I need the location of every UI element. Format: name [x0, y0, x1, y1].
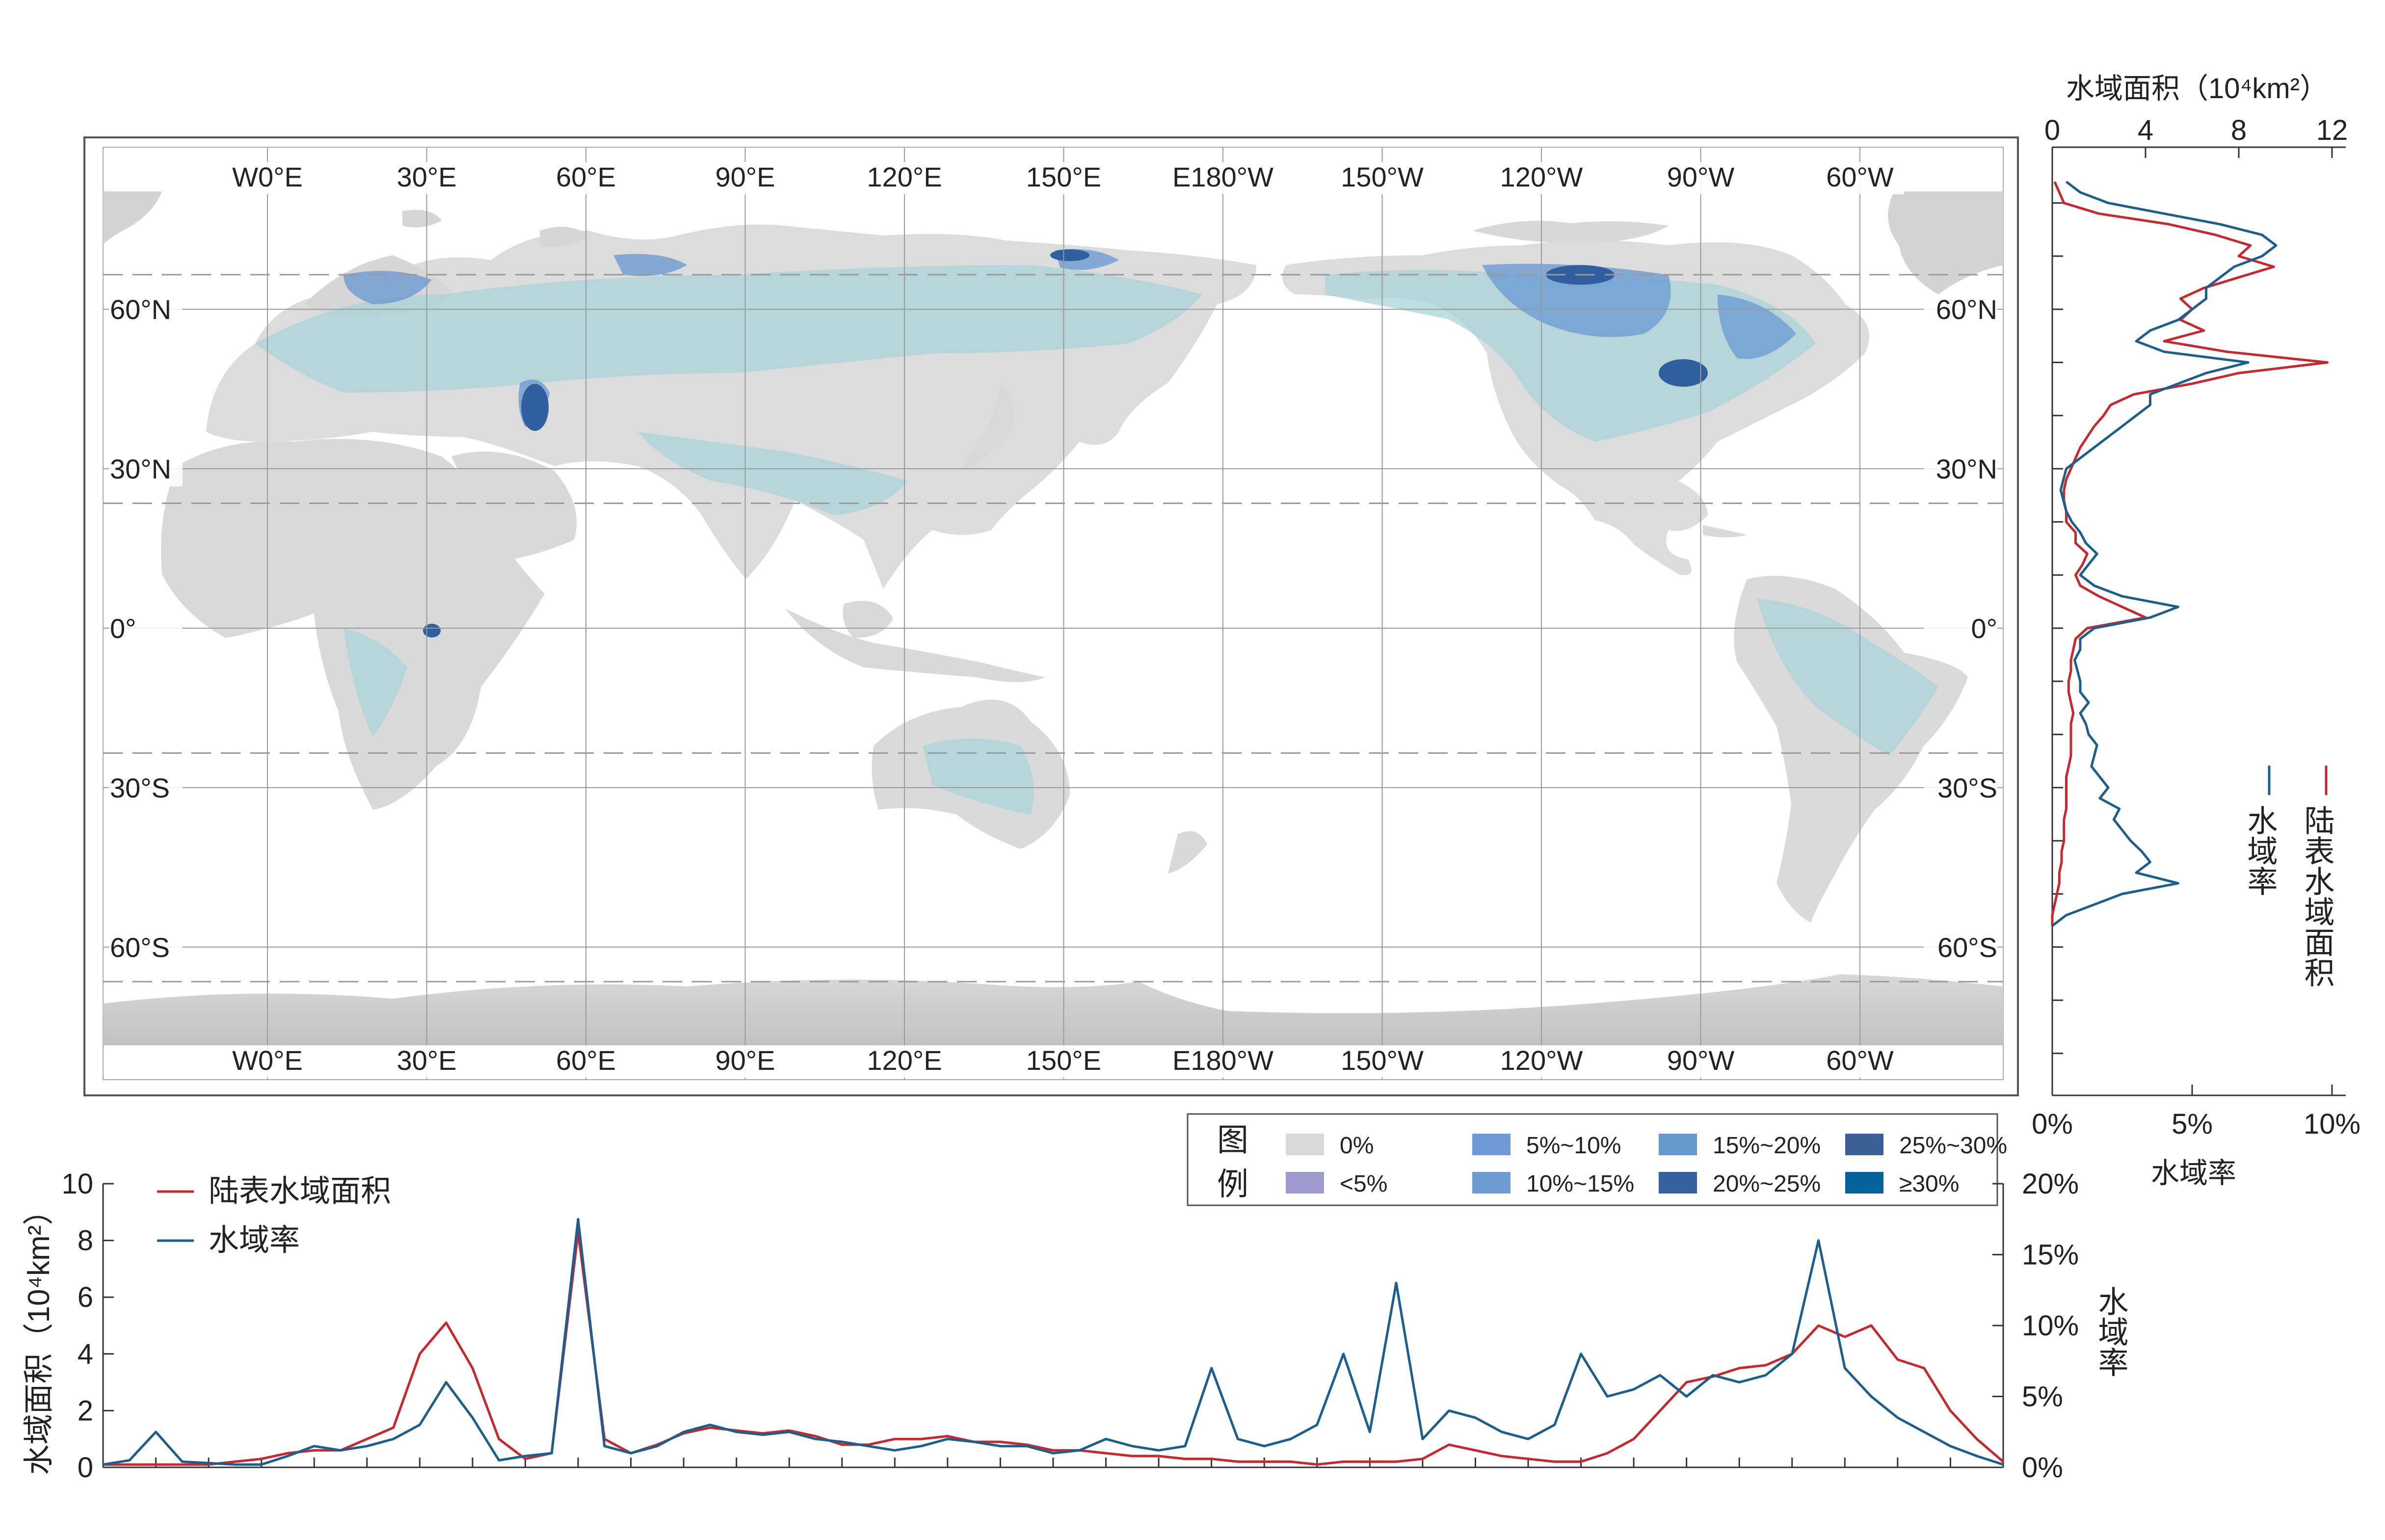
longitude-label-bottom: 90°E [715, 1045, 775, 1076]
longitude-label-top: 150°W [1341, 161, 1424, 192]
longitude-label-top: 60°E [556, 161, 616, 192]
longitude-label-bottom: 30°E [397, 1045, 456, 1076]
latitude-label-left: 60°S [110, 932, 170, 963]
latitude-label-right: 60°N [1936, 294, 1997, 325]
longitude-label-top: 150°E [1026, 161, 1101, 192]
legend-swatch [1659, 1134, 1697, 1155]
legend-label: 5%~10% [1526, 1133, 1621, 1159]
legend-swatch [1286, 1134, 1324, 1155]
map-legend: 图 例 0% <5% 5%~10% 10%~15% 15%~20% 20%~25% 25%~… [1187, 1113, 2007, 1206]
latitude-label-left: 30°S [110, 772, 170, 803]
longitude-label-top: 60°W [1826, 161, 1894, 192]
legend-swatch [1286, 1172, 1324, 1194]
right-chart-bottom-tick-label: 5% [2172, 1108, 2213, 1140]
right-chart-bottom-tick-label: 0% [2032, 1108, 2073, 1140]
map-legend-title-1: 图 [1217, 1122, 1248, 1158]
legend-swatch [1472, 1172, 1510, 1194]
longitude-label-top: 90°W [1667, 161, 1735, 192]
legend-label: 25%~30% [1899, 1133, 2007, 1159]
legend-label: ≥30% [1899, 1171, 1959, 1197]
longitude-label-bottom: 60°E [556, 1045, 616, 1076]
bottom-chart-right-tick-label: 15% [2022, 1239, 2079, 1271]
legend-label: 10%~15% [1526, 1171, 1634, 1197]
right-chart-top-axis-title: 水域面积（10⁴km²） [2066, 73, 2328, 105]
longitude-label-bottom: 150°E [1026, 1045, 1101, 1076]
bottom-chart-right-ticks: 0% 5% 10% 15% 20% [1992, 1168, 2079, 1484]
bottom-chart-left-tick-label: 8 [78, 1225, 93, 1257]
world-map: W0°E 30°E 60°E 90°E 120°E 150°E E180°W 150°W 120… [83, 136, 2019, 1096]
legend-label: 15%~20% [1713, 1133, 1821, 1159]
latitude-label-right: 30°S [1937, 772, 1997, 803]
map-legend-title-2: 例 [1217, 1167, 1248, 1202]
legend-label: 20%~25% [1713, 1171, 1821, 1197]
bottom-chart-right-axis-title: 水域率 [2094, 1286, 2128, 1377]
right-chart-top-tick-label: 0 [2044, 114, 2060, 146]
bottom-chart-left-tick-label: 4 [78, 1338, 93, 1370]
bottom-chart-left-tick-label: 0 [78, 1452, 93, 1484]
latitude-label-left: 60°N [110, 294, 171, 325]
longitude-label-bottom: W0°E [232, 1045, 303, 1076]
bottom-series-rate-line [103, 1218, 2004, 1466]
bottom-chart-left-tick-label: 2 [78, 1395, 93, 1427]
legend-swatch [1472, 1134, 1510, 1155]
legend-swatch [1845, 1172, 1883, 1194]
longitude-label-bottom: 150°W [1341, 1045, 1424, 1076]
right-chart-bottom-axis-title: 水域率 [2151, 1157, 2236, 1189]
bottom-chart-x-ticks [102, 1458, 2004, 1467]
right-legend-label-area: 陆表水域面积 [2300, 805, 2334, 987]
latitude-profile-chart: 水域面积（10⁴km²） 0 4 8 12 0% 5% 10% 水域率 陆表水域面积 水域… [2032, 73, 2360, 1189]
bottom-chart-right-tick-label: 5% [2022, 1381, 2063, 1413]
legend-label: <5% [1340, 1171, 1387, 1197]
bottom-legend-label-rate: 水域率 [209, 1223, 300, 1257]
bottom-chart-right-tick-label: 20% [2022, 1168, 2079, 1200]
longitude-label-top: E180°W [1172, 161, 1273, 192]
legend-swatch [1659, 1172, 1697, 1194]
latitude-label-right: 60°S [1937, 932, 1997, 963]
latitude-label-left: 30°N [110, 453, 171, 484]
longitude-label-top: W0°E [232, 161, 303, 192]
longitude-label-top: 90°E [715, 161, 775, 192]
right-chart-top-tick-label: 8 [2231, 114, 2247, 146]
longitude-label-top: 120°W [1500, 161, 1583, 192]
bottom-chart-legend: 陆表水域面积 水域率 [157, 1174, 391, 1257]
longitude-label-top: 30°E [397, 161, 456, 192]
bottom-chart-left-tick-label: 6 [78, 1281, 93, 1313]
longitude-label-bottom: 120°W [1500, 1045, 1583, 1076]
longitude-label-bottom: 120°E [867, 1045, 942, 1076]
right-chart-bottom-tick-label: 10% [2304, 1108, 2360, 1140]
longitude-label-bottom: 60°W [1826, 1045, 1894, 1076]
bottom-chart-series [103, 1218, 2004, 1466]
right-chart-top-tick-label: 12 [2316, 114, 2348, 146]
bottom-chart-left-axis-title: 水域面积（10⁴km²） [22, 1195, 56, 1475]
bottom-legend-label-area: 陆表水域面积 [209, 1174, 391, 1208]
bottom-series-area-line [103, 1230, 2004, 1466]
right-chart-legend: 陆表水域面积 水域率 [2243, 766, 2334, 987]
longitude-label-top: 120°E [867, 161, 942, 192]
latitude-label-left: 0° [110, 613, 136, 644]
bottom-chart-left-ticks: 0 2 4 6 8 10 [61, 1168, 114, 1484]
right-chart-bottom-ticks: 0% 5% 10% [2032, 1085, 2360, 1140]
latitude-label-right: 30°N [1936, 453, 1997, 484]
right-legend-label-rate: 水域率 [2243, 805, 2277, 896]
legend-label: 0% [1340, 1133, 1374, 1159]
longitude-profile-chart: 0 2 4 6 8 10 0% 5% 10% 15% 20% 水域面积（10⁴km²） 水域率 陆… [22, 1168, 2128, 1484]
legend-swatch [1845, 1134, 1883, 1155]
bottom-chart-right-tick-label: 0% [2022, 1452, 2063, 1484]
bottom-chart-right-tick-label: 10% [2022, 1310, 2079, 1342]
right-chart-top-tick-label: 4 [2138, 114, 2153, 146]
right-chart-series [2051, 181, 2329, 927]
longitude-label-bottom: 90°W [1667, 1045, 1735, 1076]
right-chart-top-ticks: 0 4 8 12 [2044, 114, 2348, 158]
bottom-chart-left-tick-label: 10 [61, 1168, 93, 1200]
right-series-area-line [2051, 181, 2329, 926]
longitude-label-bottom: E180°W [1172, 1045, 1273, 1076]
latitude-label-right: 0° [1971, 613, 1997, 644]
